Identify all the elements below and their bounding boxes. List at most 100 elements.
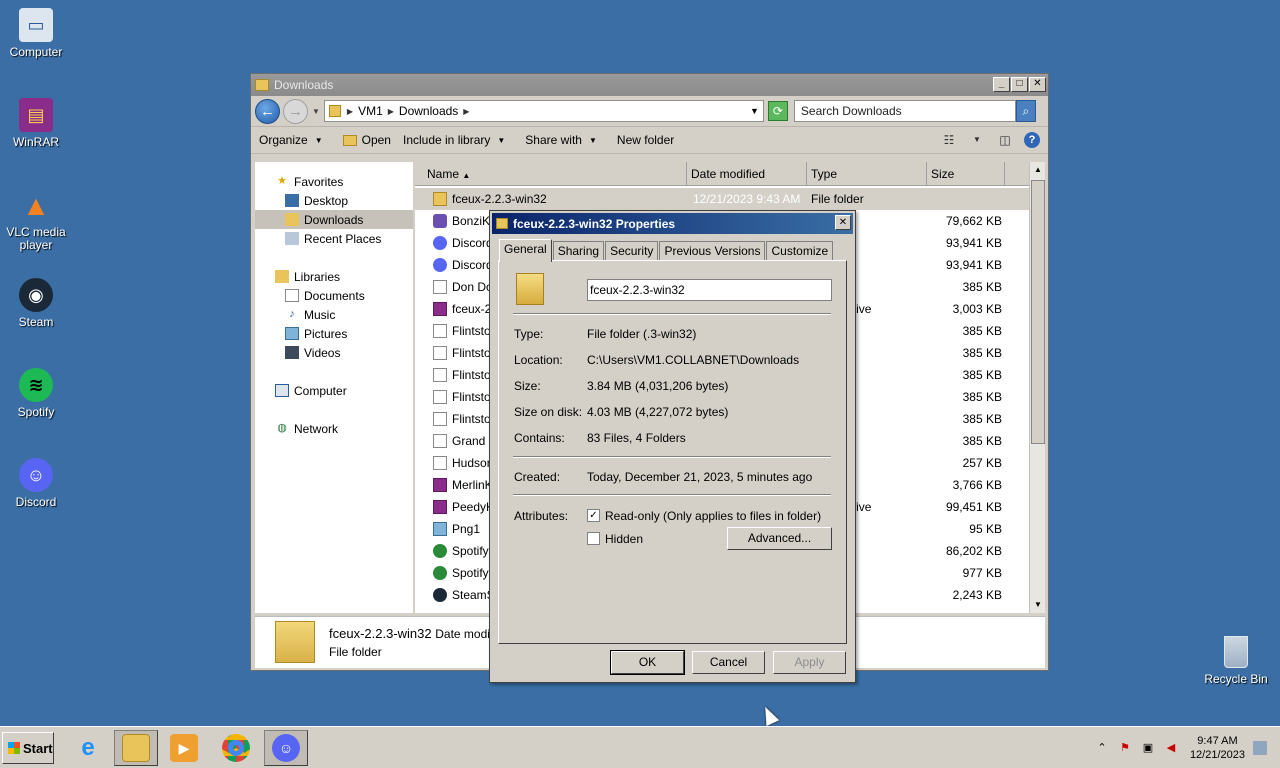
nav-recent-places[interactable]: Recent Places	[255, 229, 413, 248]
start-button[interactable]: Start	[2, 732, 54, 764]
chevron-right-icon[interactable]: ▶	[463, 107, 469, 116]
action-center-icon[interactable]: ⚑	[1117, 740, 1133, 756]
chevron-right-icon[interactable]: ▶	[347, 107, 353, 116]
refresh-button[interactable]: ⟳	[767, 101, 788, 121]
nav-videos[interactable]: Videos	[255, 343, 413, 362]
recent-pages-dropdown[interactable]: ▼	[312, 107, 320, 116]
readonly-label[interactable]: Read-only (Only applies to files in fold…	[605, 509, 821, 523]
explorer-titlebar[interactable]: Downloads _ □ ✕	[251, 74, 1048, 96]
hidden-label[interactable]: Hidden	[605, 532, 643, 546]
apply-button[interactable]: Apply	[773, 651, 846, 674]
column-date-modified[interactable]: Date modified	[687, 162, 807, 185]
clock[interactable]: 9:47 AM 12/21/2023	[1190, 734, 1245, 762]
nav-desktop[interactable]: Desktop	[255, 191, 413, 210]
nav-computer[interactable]: Computer	[255, 381, 413, 400]
address-dropdown[interactable]: ▼	[750, 106, 759, 116]
readonly-checkbox[interactable]: ✓	[587, 509, 600, 522]
minimize-button[interactable]: _	[993, 77, 1010, 92]
nav-downloads[interactable]: Downloads	[255, 210, 413, 229]
share-with-button[interactable]: Share with ▼	[525, 133, 597, 147]
chevron-right-icon[interactable]: ▶	[388, 107, 394, 116]
include-in-library-button[interactable]: Include in library ▼	[403, 133, 505, 147]
nav-pictures[interactable]: Pictures	[255, 324, 413, 343]
tab-security[interactable]: Security	[605, 241, 659, 261]
help-icon[interactable]: ?	[1024, 132, 1040, 148]
view-options-icon[interactable]: ☷	[940, 132, 958, 148]
taskbar-chrome[interactable]	[214, 730, 258, 766]
desktop-icon-recycle-bin[interactable]: Recycle Bin	[1203, 636, 1269, 686]
volume-muted-icon[interactable]: ◀	[1163, 740, 1179, 756]
tab-sharing[interactable]: Sharing	[552, 241, 605, 261]
close-button[interactable]: ✕	[1029, 77, 1046, 92]
vertical-scrollbar[interactable]: ▲ ▼	[1029, 162, 1045, 613]
tab-previous-versions[interactable]: Previous Versions	[659, 241, 766, 261]
close-button[interactable]: ✕	[835, 215, 851, 230]
table-row[interactable]: fceux-2.2.3-win32 12/21/2023 9:43 AM File …	[415, 188, 1030, 210]
column-label: Date modified	[691, 167, 766, 181]
search-input[interactable]: Search Downloads	[793, 100, 1016, 122]
file-size: 385 KB	[962, 346, 1002, 360]
nav-libraries[interactable]: Libraries	[255, 267, 413, 286]
taskbar-discord[interactable]: ☺	[264, 730, 308, 766]
details-date-label: Date modifi	[435, 627, 496, 641]
breadcrumb-folder[interactable]: Downloads	[399, 104, 458, 118]
chrome-icon	[222, 734, 250, 762]
scroll-down-icon[interactable]: ▼	[1030, 597, 1046, 613]
organize-button[interactable]: Organize ▼	[259, 133, 323, 147]
column-size[interactable]: Size	[927, 162, 1005, 185]
forward-button[interactable]: →	[283, 98, 308, 124]
file-size: 95 KB	[969, 522, 1002, 536]
hidden-checkbox[interactable]	[587, 532, 600, 545]
desktop-icon-spotify[interactable]: ≋ Spotify	[0, 368, 72, 419]
show-hidden-icons-icon[interactable]: ⌃	[1094, 740, 1110, 756]
file-size: 257 KB	[962, 456, 1002, 470]
desktop-icon-computer[interactable]: ▭ Computer	[0, 8, 72, 59]
taskbar-media-player[interactable]: ▶	[162, 730, 206, 766]
maximize-button[interactable]: □	[1011, 77, 1028, 92]
libraries-icon	[275, 270, 289, 283]
column-type[interactable]: Type	[807, 162, 927, 185]
file-name-cell[interactable]: fceux-2.2.3-win32	[415, 192, 687, 206]
search-icon[interactable]: ⌕	[1015, 100, 1036, 122]
location-label: Location:	[514, 353, 563, 367]
desktop-icon-steam[interactable]: ◉ Steam	[0, 278, 72, 329]
folder-name-input[interactable]: fceux-2.2.3-win32	[587, 279, 832, 301]
tab-customize[interactable]: Customize	[766, 241, 834, 261]
desktop-icon-discord[interactable]: ☺ Discord	[0, 458, 72, 509]
search-placeholder: Search Downloads	[800, 104, 902, 118]
show-desktop-icon[interactable]	[1253, 741, 1267, 755]
tab-general[interactable]: General	[499, 239, 552, 262]
desktop-icon-vlc[interactable]: ▲ VLC media player	[0, 188, 72, 252]
open-button[interactable]: Open	[342, 133, 391, 147]
chevron-down-icon[interactable]: ▼	[968, 132, 986, 148]
cancel-button[interactable]: Cancel	[692, 651, 765, 674]
file-size: 385 KB	[962, 412, 1002, 426]
new-folder-button[interactable]: New folder	[617, 133, 674, 147]
properties-titlebar[interactable]: fceux-2.2.3-win32 Properties	[492, 213, 853, 234]
desktop-icon-label: Recycle Bin	[1204, 672, 1268, 686]
nav-documents[interactable]: Documents	[255, 286, 413, 305]
nav-music[interactable]: ♪ Music	[255, 305, 413, 324]
back-button[interactable]: ←	[255, 98, 280, 124]
scroll-up-icon[interactable]: ▲	[1030, 162, 1046, 178]
discord-icon: ☺	[272, 734, 300, 762]
taskbar-file-explorer[interactable]	[114, 730, 158, 766]
details-name: fceux-2.2.3-win32	[329, 626, 432, 641]
nav-network[interactable]: ◍ Network	[255, 419, 413, 438]
folder-icon	[328, 105, 341, 117]
nav-label: Documents	[304, 288, 365, 303]
column-label: Name	[427, 167, 460, 181]
clock-date: 12/21/2023	[1189, 749, 1245, 761]
network-icon[interactable]: ▣	[1140, 740, 1156, 756]
breadcrumb-root[interactable]: VM1	[358, 104, 383, 118]
desktop-icon-winrar[interactable]: ▤ WinRAR	[0, 98, 72, 149]
advanced-button[interactable]: Advanced...	[727, 527, 832, 550]
file-size: 79,662 KB	[945, 214, 1002, 228]
column-name[interactable]: Name ▲	[415, 162, 687, 185]
preview-pane-icon[interactable]: ◫	[996, 132, 1014, 148]
taskbar-internet-explorer[interactable]: e	[66, 730, 110, 766]
scrollbar-thumb[interactable]	[1031, 180, 1045, 444]
ok-button[interactable]: OK	[610, 650, 685, 675]
address-bar[interactable]: ▶ VM1 ▶ Downloads ▶ ▼	[323, 100, 764, 122]
nav-favorites[interactable]: ★ Favorites	[255, 172, 413, 191]
